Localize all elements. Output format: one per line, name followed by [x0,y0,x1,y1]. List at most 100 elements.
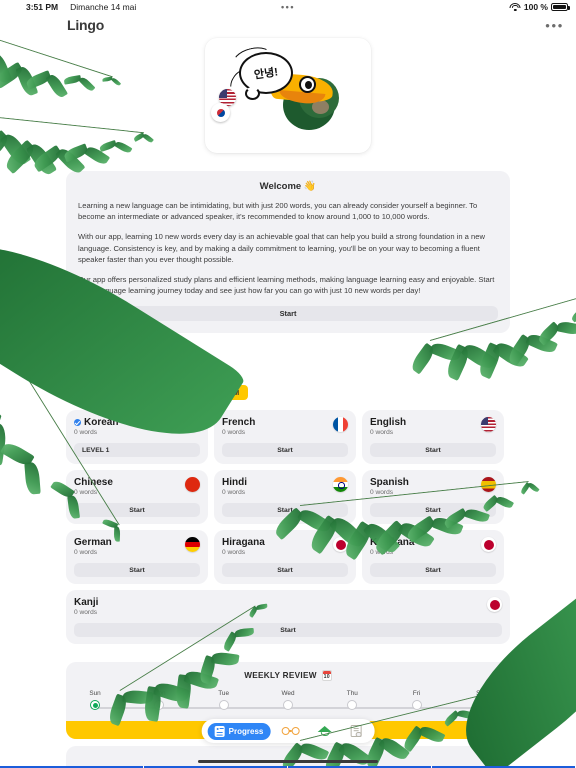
language-card-spanish[interactable]: Spanish 0 words Start [362,470,504,524]
language-word-count: 0 words [74,489,98,496]
tab-document-search[interactable] [343,722,368,740]
language-action-button[interactable]: Start [222,443,348,457]
welcome-card: Welcome 👋 Learning a new language can be… [66,171,510,334]
weekday-dot[interactable] [154,700,165,710]
language-card-header: Korean 0 words [74,417,200,436]
battery-icon [551,2,570,12]
language-card-header: German 0 words [74,537,200,556]
progression-title: YOUR PROGRESSION [68,387,167,398]
language-card-kanji[interactable]: Kanji 0 words Start [66,590,510,644]
weekday-wed[interactable]: Wed [277,690,299,710]
language-word-count: 0 words [74,429,98,436]
language-word-count: 0 words [222,549,246,556]
language-action-button[interactable]: Start [74,623,502,637]
language-card-german[interactable]: German 0 words Start [66,530,208,584]
language-card-header: Spanish 0 words [370,477,496,496]
status-date: Dimanche 14 mai [70,2,137,12]
language-word-count: 0 words [222,489,246,496]
language-word-count: 0 words [370,429,394,436]
premium-badge[interactable]: PREMIUM [194,385,249,400]
weekday-mon[interactable]: Mon [148,690,170,710]
language-card-chinese[interactable]: Chinese 0 words Start [66,470,208,524]
battery-percent: 100 % [523,2,548,12]
language-name: Spanish [370,477,409,488]
tab-graduation-cap[interactable] [310,722,339,740]
language-action-button[interactable]: Start [370,503,496,517]
language-card-header: Kanji 0 words [74,597,502,616]
weekday-label: Mon [153,690,166,697]
tab-goggles[interactable] [274,723,306,739]
language-card-header: Chinese 0 words [74,477,200,496]
language-action-button[interactable]: Start [222,563,348,577]
weekday-fri[interactable]: Fri [406,690,428,710]
language-name-row: Hiragana [222,537,265,548]
status-time: 3:51 PM [26,2,59,12]
welcome-paragraph: With our app, learning 10 new words ever… [78,232,485,264]
scroll-content: 안녕! Welcome 👋 Learning a new language ca… [0,32,576,768]
language-card-katakana[interactable]: Katakana 0 words Start [362,530,504,584]
language-name: French [222,417,256,428]
wave-hand-icon: 👋 [303,181,317,192]
progress-icon [214,725,225,737]
language-grid: Korean 0 words LEVEL 1 French 0 words Start En… [66,410,510,644]
weekday-dot[interactable] [90,700,100,710]
language-name: Chinese [74,477,113,488]
france-flag-icon [333,417,348,432]
welcome-title-text: Welcome [259,181,302,192]
language-name-row: Kanji [74,597,98,608]
language-action-button[interactable]: Start [222,503,348,517]
weekday-label: Thu [346,690,358,697]
language-card-header: Hindi 0 words [222,477,348,496]
welcome-start-button[interactable]: Start [78,306,498,322]
progression-section-header: YOUR PROGRESSION 📚 PREMIUM [68,385,249,400]
language-name-row: Spanish [370,477,409,488]
home-indicator [198,759,378,763]
weekday-label: Sun [89,690,101,697]
toucan-eye [299,76,316,93]
language-name-row: French [222,417,255,428]
document-search-icon [350,725,362,737]
korea-flag-icon [185,417,200,432]
language-action-button[interactable]: Start [370,563,496,577]
status-center-dots: ••• [281,2,295,12]
language-name-row: Hindi [222,477,247,488]
language-action-button[interactable]: Start [74,563,200,577]
language-word-count: 0 words [74,609,98,616]
language-action-button[interactable]: Start [370,443,496,457]
calendar-day: 10 [323,673,330,680]
language-card-header: French 0 words [222,417,348,436]
weekday-label: Sat [476,690,486,697]
language-card-hiragana[interactable]: Hiragana 0 words Start [214,530,356,584]
welcome-paragraph: Our app offers personalized study plans … [78,275,495,296]
japan-flag-icon [333,537,348,552]
language-action-button[interactable]: Start [74,503,200,517]
india-flag-icon [333,477,348,492]
japan-flag-icon [487,597,502,612]
language-name: English [370,417,407,428]
tab-label: Progress [228,726,264,736]
weekday-dot[interactable] [475,700,486,710]
language-name: Hiragana [222,537,265,548]
language-card-hindi[interactable]: Hindi 0 words Start [214,470,356,524]
weekday-dot[interactable] [411,700,422,710]
language-name-row: Korean [74,417,118,428]
weekday-thu[interactable]: Thu [341,690,363,710]
status-right-group: 100 % [509,2,570,12]
weekday-dot[interactable] [218,700,229,710]
language-action-button[interactable]: LEVEL 1 [74,443,200,457]
weekday-sun[interactable]: Sun [84,690,106,710]
calendar-icon: 10 [321,670,332,681]
weekday-dot[interactable] [347,700,358,710]
header-menu-button[interactable]: ••• [545,19,564,32]
tab-progress[interactable]: Progress [207,722,271,740]
weekday-dot[interactable] [282,700,293,710]
language-card-english[interactable]: English 0 words Start [362,410,504,464]
weekday-sat[interactable]: Sat [470,690,492,710]
weekday-label: Wed [281,690,295,697]
language-name: Korean [84,417,119,428]
language-card-korean[interactable]: Korean 0 words LEVEL 1 [66,410,208,464]
language-card-french[interactable]: French 0 words Start [214,410,356,464]
graduation-cap-icon [317,725,332,737]
weekday-tue[interactable]: Tue [213,690,235,710]
welcome-title: Welcome 👋 [78,181,498,192]
